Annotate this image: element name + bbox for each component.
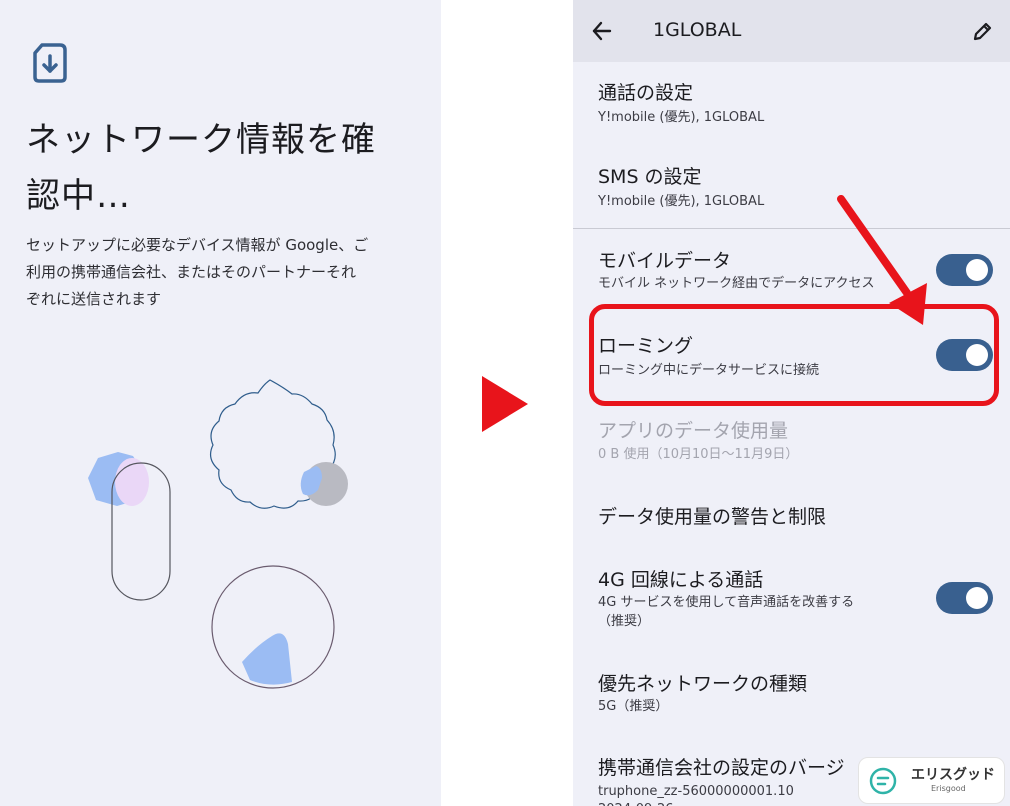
next-arrow-icon (482, 376, 528, 432)
page-title: ネットワーク情報を確 認中… (26, 112, 426, 224)
back-arrow-icon[interactable] (591, 19, 613, 43)
carrier-settings-version-date: 2024-09-26 (598, 800, 674, 806)
4g-calling-toggle[interactable] (936, 582, 993, 614)
4g-calling-summary-note: （推奨） (598, 614, 651, 629)
description-line: 利用の携帯通信会社、またはそのパートナーそれ (26, 263, 357, 281)
title-line: ネットワーク情報を確 (26, 120, 376, 160)
description-line: セットアップに必要なデバイス情報が Google、ご (26, 236, 369, 254)
erisgood-logo-icon (869, 767, 897, 795)
pink-blob-shape (115, 458, 149, 506)
description-line: ぞれに送信されます (26, 290, 162, 308)
sim-download-icon (33, 43, 67, 83)
preferred-network-type-item[interactable]: 優先ネットワークの種類 (598, 669, 807, 696)
blue-triangle-shape (242, 633, 292, 685)
app-bar-title: 1GLOBAL (653, 19, 742, 41)
title-line: 認中… (26, 176, 131, 216)
loading-illustration (88, 379, 348, 689)
carrier-settings-version-item[interactable]: 携帯通信会社の設定のバージ (598, 753, 845, 780)
watermark-text: エリスグッド (911, 767, 995, 783)
mobile-data-item[interactable]: モバイルデータ (598, 246, 731, 273)
preferred-network-type-summary: 5G（推奨） (598, 699, 669, 714)
pencil-icon[interactable] (971, 19, 993, 43)
call-settings-summary: Y!mobile (優先), 1GLOBAL (598, 110, 765, 125)
mobile-network-settings-screen: 1GLOBAL 通話の設定 Y!mobile (優先), 1GLOBAL SMS… (573, 0, 1010, 806)
4g-calling-item[interactable]: 4G 回線による通話 (598, 565, 763, 592)
4g-calling-summary: 4G サービスを使用して音声通話を改善する (598, 595, 855, 610)
setup-screen: ネットワーク情報を確 認中… セットアップに必要なデバイス情報が Google、… (0, 0, 441, 806)
data-warning-limit-item[interactable]: データ使用量の警告と制限 (598, 502, 826, 529)
app-data-usage-item: アプリのデータ使用量 (598, 420, 789, 442)
description: セットアップに必要なデバイス情報が Google、ご 利用の携帯通信会社、または… (26, 232, 426, 313)
mobile-data-toggle[interactable] (936, 254, 993, 286)
sms-settings-item[interactable]: SMS の設定 (598, 162, 702, 189)
carrier-settings-version-summary: truphone_zz-56000000001.10 (598, 784, 794, 799)
app-bar: 1GLOBAL (573, 0, 1010, 62)
watermark-subtext: Erisgood (931, 784, 966, 793)
erisgood-watermark: エリスグッド Erisgood (858, 757, 1005, 804)
pointer-arrow-icon (837, 195, 927, 325)
sms-settings-summary: Y!mobile (優先), 1GLOBAL (598, 194, 765, 209)
section-divider (573, 228, 1010, 229)
call-settings-item[interactable]: 通話の設定 (598, 78, 693, 105)
app-data-usage-summary: 0 B 使用（10月10日〜11月9日） (598, 447, 799, 462)
